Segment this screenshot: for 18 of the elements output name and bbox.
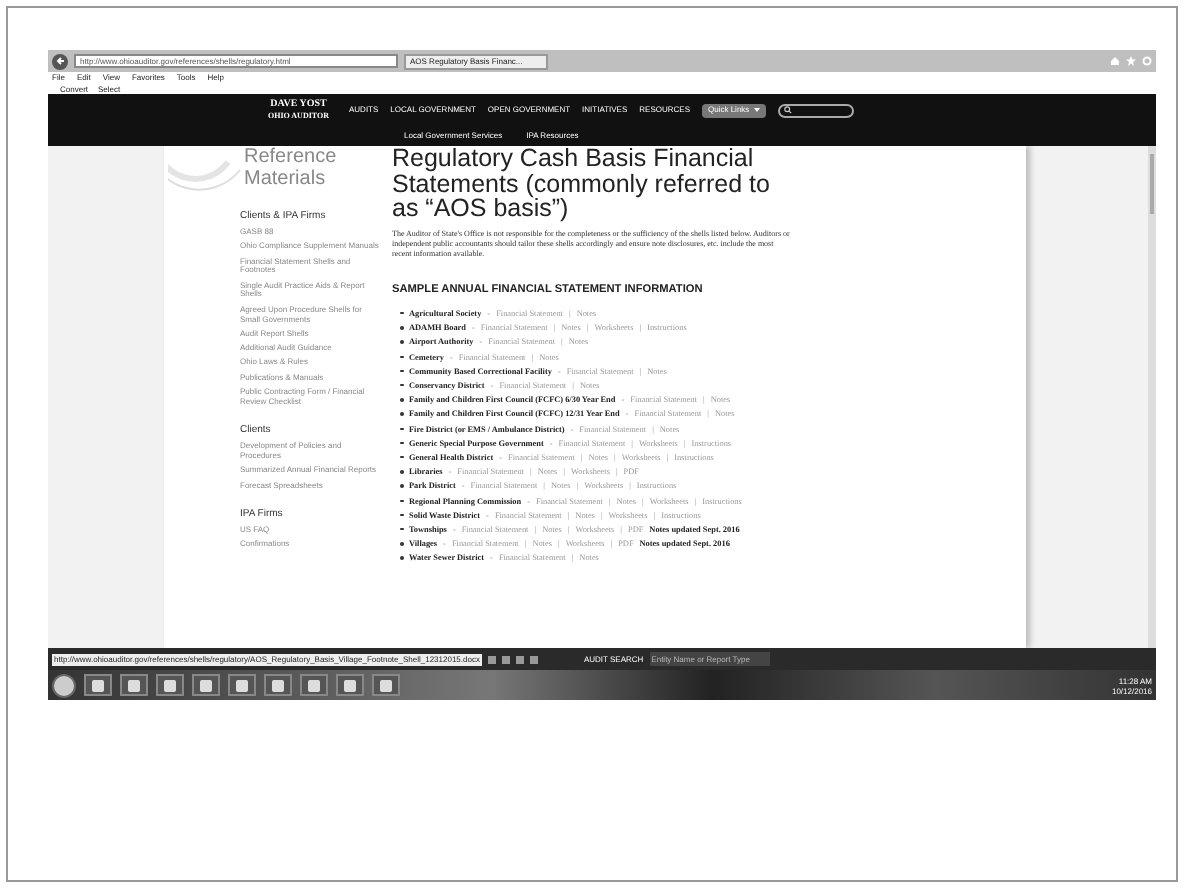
caret-icon	[753, 108, 760, 112]
taskbar-app-icon[interactable]	[372, 674, 400, 696]
taskbar-app-icon[interactable]	[84, 674, 112, 696]
start-button[interactable]	[52, 673, 76, 697]
search-icon	[783, 106, 792, 114]
taskbar-app-icon[interactable]	[192, 674, 220, 696]
taskbar-app-icon[interactable]	[120, 674, 148, 696]
page-title: Regulatory Cash Basis Financial Statements (commonly referred to as “AOS basis”)	[392, 146, 772, 221]
back-button[interactable]	[52, 53, 68, 69]
site-search-field[interactable]	[777, 103, 854, 117]
taskbar-app-icon[interactable]	[336, 674, 364, 696]
taskbar-app-icon[interactable]	[156, 674, 184, 696]
taskbar-app-icon[interactable]	[264, 674, 292, 696]
star-icon[interactable]	[1126, 56, 1136, 66]
back-arrow-icon	[55, 56, 65, 66]
sidebar-title: Reference Materials	[244, 146, 339, 194]
taskbar-app-icon[interactable]	[228, 674, 256, 696]
taskbar-app-icon[interactable]	[300, 674, 328, 696]
